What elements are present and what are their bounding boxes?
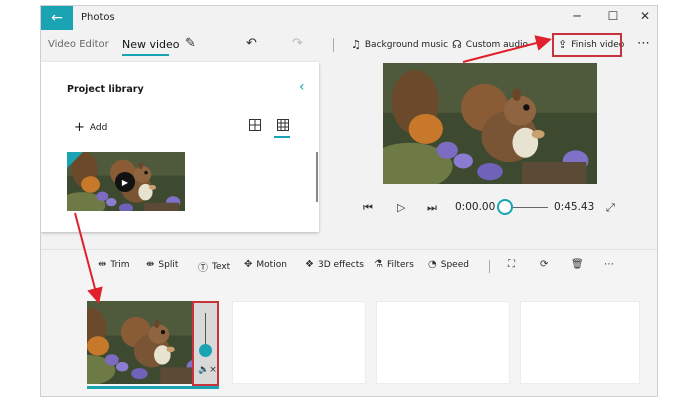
- breadcrumb-underline: [122, 54, 169, 56]
- library-scrollbar[interactable]: [316, 152, 318, 202]
- more-options-icon[interactable]: ⋯: [637, 36, 650, 51]
- speed-label: Speed: [440, 259, 469, 270]
- trim-label: Trim: [110, 259, 130, 270]
- back-button[interactable]: ←: [41, 6, 73, 30]
- 3d-effects-icon: ❖: [305, 259, 314, 270]
- seek-bar-thumb[interactable]: [497, 199, 513, 215]
- previous-frame-icon[interactable]: ⏮: [363, 201, 373, 215]
- squirrel-preview-image: [383, 63, 597, 184]
- edit-toolbar-separator: [489, 260, 490, 273]
- 3d-effects-tool[interactable]: ❖ 3D effects: [305, 259, 364, 270]
- finish-video-highlight: [552, 33, 622, 57]
- selected-corner-marker: [67, 152, 83, 168]
- speed-tool[interactable]: ◔ Speed: [428, 259, 469, 270]
- small-grid-view-icon[interactable]: [277, 119, 289, 131]
- editor-toolbar: Video Editor New video ✎ ↶ ↷ ♫ Backgroun…: [41, 30, 657, 60]
- add-media-button[interactable]: + Add: [74, 120, 107, 135]
- photos-app-window: ← Photos ─ ☐ ✕ Video Editor New video ✎ …: [40, 5, 658, 397]
- filters-tool[interactable]: ⚗ Filters: [374, 259, 414, 270]
- custom-audio-label: Custom audio: [465, 39, 529, 50]
- filters-label: Filters: [386, 259, 414, 270]
- storyboard-empty-slot[interactable]: [376, 301, 510, 384]
- more-edit-options-icon[interactable]: ⋯: [604, 259, 614, 270]
- maximize-button[interactable]: ☐: [603, 9, 623, 23]
- rename-pencil-icon[interactable]: ✎: [185, 36, 196, 51]
- play-thumbnail-icon[interactable]: ▶: [115, 172, 135, 192]
- trim-icon: ⇹: [98, 259, 107, 270]
- text-label: Text: [212, 261, 231, 272]
- title-bar: ← Photos ─ ☐ ✕: [41, 6, 657, 30]
- library-video-thumbnail[interactable]: ▶: [67, 152, 185, 211]
- text-icon: Ⓣ: [198, 263, 208, 274]
- 3d-effects-label: 3D effects: [317, 259, 364, 270]
- project-library-panel: Project library ‹ + Add ▶: [41, 62, 319, 232]
- add-label: Add: [89, 122, 108, 133]
- filters-icon: ⚗: [374, 259, 383, 270]
- storyboard-empty-slot[interactable]: [232, 301, 366, 384]
- crop-icon[interactable]: ⛶: [508, 259, 515, 270]
- delete-trash-icon[interactable]: 🗑: [571, 259, 584, 270]
- split-icon: ⇼: [146, 259, 155, 270]
- back-arrow-icon: ←: [51, 10, 63, 26]
- clip-selected-underline: [87, 386, 219, 389]
- current-time: 0:00.00: [455, 201, 496, 213]
- rotate-icon[interactable]: ⟳: [540, 259, 548, 270]
- close-button[interactable]: ✕: [635, 9, 655, 23]
- motion-icon: ✥: [244, 259, 253, 270]
- clip-volume-control[interactable]: 🔈×: [192, 301, 219, 386]
- text-tool[interactable]: Ⓣ Text: [198, 259, 231, 275]
- storyboard-clip-1[interactable]: [87, 301, 192, 384]
- plus-icon: +: [74, 120, 85, 135]
- breadcrumb-video-editor[interactable]: Video Editor: [48, 39, 109, 50]
- custom-audio-button[interactable]: ☊ Custom audio: [452, 38, 528, 51]
- fullscreen-expand-icon[interactable]: ⤢: [606, 201, 615, 215]
- total-duration: 0:45.43: [554, 201, 595, 213]
- large-grid-view-icon[interactable]: [249, 119, 261, 131]
- redo-icon[interactable]: ↷: [292, 36, 303, 51]
- view-selected-underline: [274, 136, 290, 138]
- mute-speaker-icon[interactable]: 🔈×: [198, 365, 217, 375]
- storyboard-empty-slot[interactable]: [520, 301, 640, 384]
- audio-person-icon: ☊: [452, 38, 462, 51]
- next-frame-icon[interactable]: ⏭: [427, 201, 437, 215]
- play-icon[interactable]: ▷: [397, 201, 405, 214]
- split-tool[interactable]: ⇼ Split: [146, 259, 178, 270]
- motion-tool[interactable]: ✥ Motion: [244, 259, 287, 270]
- minimize-button[interactable]: ─: [567, 9, 587, 23]
- volume-slider-thumb[interactable]: [199, 344, 212, 357]
- project-library-title: Project library: [67, 84, 144, 95]
- background-music-label: Background music: [364, 39, 449, 50]
- speed-icon: ◔: [428, 259, 437, 270]
- motion-label: Motion: [256, 259, 287, 270]
- video-preview: [383, 63, 597, 184]
- background-music-button[interactable]: ♫ Background music: [351, 38, 448, 51]
- app-title: Photos: [81, 12, 115, 23]
- trim-tool[interactable]: ⇹ Trim: [98, 259, 130, 270]
- split-label: Split: [158, 259, 179, 270]
- toolbar-separator: [333, 38, 334, 52]
- breadcrumb-project-name[interactable]: New video: [122, 38, 180, 51]
- music-note-icon: ♫: [351, 38, 361, 51]
- squirrel-clip-image: [87, 301, 192, 384]
- collapse-chevron-icon[interactable]: ‹: [299, 79, 305, 95]
- undo-icon[interactable]: ↶: [246, 36, 257, 51]
